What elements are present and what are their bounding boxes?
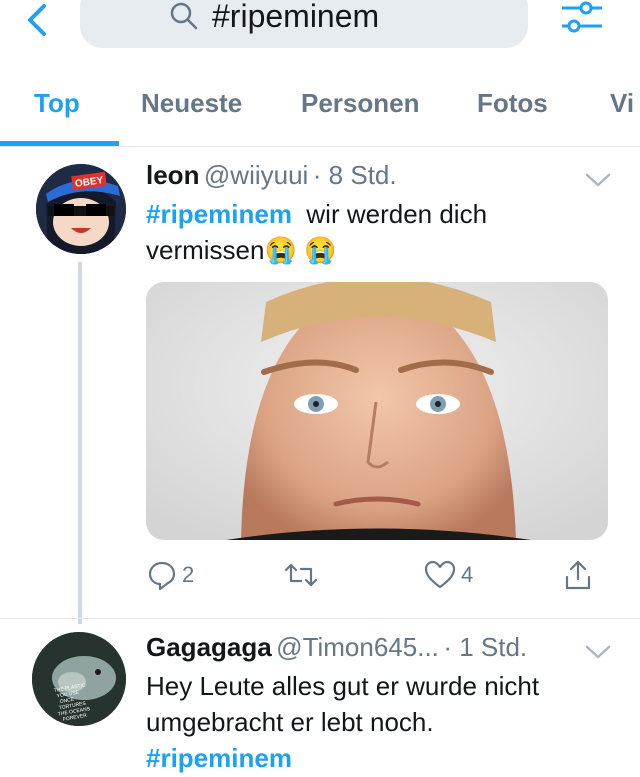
heart-icon bbox=[424, 560, 456, 589]
tweet-body: Hey Leute alles gut er wurde nicht umgeb… bbox=[146, 668, 616, 776]
tweet-time: · 8 Std. bbox=[312, 160, 397, 190]
tweet-time: · 1 Std. bbox=[443, 632, 528, 662]
crying-emoji: 😭 😭 bbox=[264, 235, 337, 265]
sliders-icon[interactable] bbox=[560, 0, 604, 40]
search-query-text[interactable]: #ripeminem bbox=[212, 0, 379, 35]
tweet-photo[interactable] bbox=[146, 282, 608, 540]
avatar-gagagaga[interactable]: THE PLASTICYOU USEONCETORTURESTHE OCEANS… bbox=[32, 632, 126, 726]
chevron-down-icon[interactable] bbox=[584, 170, 612, 190]
avatar-leon-image: OBEY bbox=[36, 164, 126, 254]
share-icon bbox=[565, 560, 591, 590]
tab-personen[interactable]: Personen bbox=[301, 88, 420, 119]
retweet-icon bbox=[284, 563, 318, 587]
thread-connector bbox=[78, 262, 82, 624]
share-button[interactable] bbox=[563, 555, 593, 595]
tweet-body: #ripeminem wir werden dich vermissen😭 😭 bbox=[146, 196, 606, 268]
tweet-divider bbox=[0, 618, 640, 619]
back-chevron-icon[interactable] bbox=[18, 2, 58, 42]
tab-fotos[interactable]: Fotos bbox=[477, 88, 548, 119]
tweet-author-handle[interactable]: @Timon645... bbox=[276, 632, 439, 662]
avatar-gagagaga-image: THE PLASTICYOU USEONCETORTURESTHE OCEANS… bbox=[32, 632, 126, 726]
tab-top[interactable]: Top bbox=[34, 88, 80, 119]
hashtag-link[interactable]: #ripeminem bbox=[146, 199, 292, 229]
tweet-author-name[interactable]: leon bbox=[146, 160, 199, 190]
search-icon bbox=[170, 2, 198, 30]
tweet-text-part: vermissen bbox=[146, 235, 265, 265]
tweet-author-handle[interactable]: @wiiyuui bbox=[204, 160, 308, 190]
tweet-text-part: Hey Leute alles gut er wurde nicht bbox=[146, 671, 540, 701]
tweet-text-part: umgebracht er lebt noch. bbox=[146, 707, 434, 737]
avatar-leon[interactable]: OBEY bbox=[36, 164, 126, 254]
tab-videos[interactable]: Vi bbox=[610, 88, 634, 119]
portrait-image bbox=[146, 282, 608, 540]
hashtag-link[interactable]: #ripeminem bbox=[146, 743, 292, 773]
reply-count: 2 bbox=[182, 562, 195, 587]
tweet-author-name[interactable]: Gagagaga bbox=[146, 632, 272, 662]
chevron-down-icon[interactable] bbox=[584, 642, 612, 662]
like-count: 4 bbox=[461, 562, 474, 587]
tab-neueste[interactable]: Neueste bbox=[141, 88, 242, 119]
reply-button[interactable]: 2 bbox=[146, 555, 194, 595]
retweet-button[interactable] bbox=[283, 555, 319, 595]
like-button[interactable]: 4 bbox=[423, 555, 473, 595]
tweet-text-part: wir werden dich bbox=[306, 199, 488, 229]
reply-icon bbox=[148, 561, 176, 591]
tabs-divider bbox=[0, 146, 640, 147]
